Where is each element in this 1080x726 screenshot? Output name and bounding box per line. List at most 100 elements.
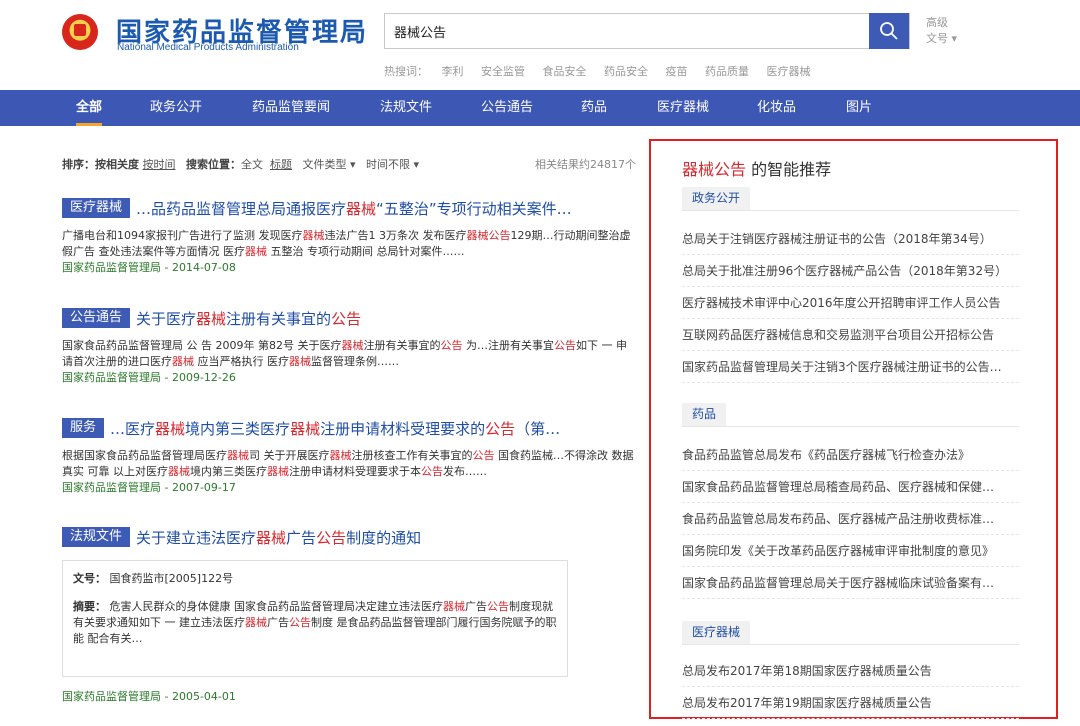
title-text[interactable]: 注册申请材料受理要求的: [320, 420, 485, 438]
nav-gov-affairs[interactable]: 政务公开: [150, 90, 202, 126]
title-text[interactable]: …品药品监督管理总局通报医疗: [136, 200, 346, 218]
title-highlight[interactable]: 器械: [196, 310, 226, 328]
title-text[interactable]: 注册有关事宜的: [226, 310, 331, 328]
recommend-link[interactable]: 国务院印发《关于改革药品医疗器械审评审批制度的意见》: [682, 535, 1019, 567]
title-text[interactable]: 关于建立违法医疗: [136, 529, 256, 547]
abs-text: 广告: [267, 616, 289, 629]
sort-relevance[interactable]: 按相关度: [95, 158, 139, 171]
desc-text: 注册核查工作有关事宜的: [351, 449, 473, 462]
result-source[interactable]: 国家药品监督管理局 - 2007-09-17: [62, 480, 634, 496]
desc-highlight: 公告: [472, 449, 495, 462]
docno-row: 文号： 国食药监市[2005]122号: [73, 571, 557, 587]
result-desc: 广播电台和1094家报刊广告进行了监测 发现医疗器械违法广告1 3万条次 发布医…: [62, 228, 634, 260]
recommend-link[interactable]: 总局关于注销医疗器械注册证书的公告（2018年第34号）: [682, 223, 1019, 255]
recommend-link[interactable]: 医疗器械技术审评中心2016年度公开招聘审评工作人员公告: [682, 287, 1019, 319]
hot-word[interactable]: 医疗器械: [767, 65, 811, 78]
recommend-link[interactable]: 国家药品监督管理局关于注销3个医疗器械注册证书的公告…: [682, 351, 1019, 383]
time-dropdown[interactable]: 时间不限 ▾: [366, 158, 419, 171]
title-text[interactable]: 广告: [286, 529, 316, 547]
nav-all[interactable]: 全部: [76, 90, 103, 126]
recommend-link[interactable]: 国家食品药品监督管理总局稽查局药品、医疗器械和保健…: [682, 471, 1019, 503]
docno-dropdown[interactable]: 文号 ▾: [926, 31, 957, 47]
recommend-link[interactable]: 互联网药品医疗器械信息和交易监测平台项目公开招标公告: [682, 319, 1019, 351]
title-highlight[interactable]: 器械: [155, 420, 185, 438]
title-highlight[interactable]: 器械: [346, 200, 376, 218]
hot-word[interactable]: 药品质量: [705, 65, 749, 78]
recommend-link[interactable]: 总局关于批准注册96个医疗器械产品公告（2018年第32号）: [682, 255, 1019, 287]
desc-text: 根据国家食品药品监督管理局医疗: [62, 449, 227, 462]
abs-text: 危害人民群众的身体健康 国家食品药品监督管理局决定建立违法医疗: [109, 600, 444, 613]
docno-value: 国食药监市[2005]122号: [109, 572, 234, 585]
recommend-link[interactable]: 食品药品监管总局发布《药品医疗器械飞行检查办法》: [682, 439, 1019, 471]
nav-devices[interactable]: 医疗器械: [657, 90, 709, 126]
title-text[interactable]: （第…: [515, 420, 560, 438]
desc-highlight: 器械: [267, 465, 289, 478]
result-title[interactable]: 公告通告 关于医疗器械注册有关事宜的公告: [62, 308, 634, 330]
recommend-link[interactable]: 食品药品监管总局发布药品、医疗器械产品注册收费标准…: [682, 503, 1019, 535]
result-title[interactable]: 医疗器械 …品药品监督管理总局通报医疗器械“五整治”专项行动相关案件…: [62, 198, 634, 220]
search-box: [384, 13, 910, 49]
category-header: 政务公开: [682, 187, 1019, 211]
site-header: 国家药品监督管理局 National Medical Products Admi…: [0, 0, 1080, 90]
title-text[interactable]: …医疗: [110, 420, 155, 438]
result-source[interactable]: 国家药品监督管理局 - 2009-12-26: [62, 370, 634, 386]
recommend-link[interactable]: 总局发布2017年第19期国家医疗器械质量公告: [682, 687, 1019, 719]
desc-highlight: 器械: [227, 449, 249, 462]
recommend-link[interactable]: 总局发布2017年第18期国家医疗器械质量公告: [682, 655, 1019, 687]
desc-highlight: 器械: [172, 355, 194, 368]
abstract-label: 摘要：: [73, 600, 106, 613]
desc-text: 注册申请材料受理要求于本: [289, 465, 421, 478]
recommend-link[interactable]: 国家食品药品监督管理总局关于医疗器械临床试验备案有…: [682, 567, 1019, 599]
search-button[interactable]: [869, 13, 909, 49]
panel-title-highlight: 器械公告: [682, 160, 747, 179]
position-title[interactable]: 标题: [270, 158, 292, 171]
search-result: 公告通告 关于医疗器械注册有关事宜的公告 国家食品药品监督管理局 公 告 2009…: [62, 308, 634, 386]
title-text[interactable]: 关于医疗: [136, 310, 196, 328]
hot-word[interactable]: 药品安全: [604, 65, 648, 78]
nav-regulations[interactable]: 法规文件: [380, 90, 432, 126]
title-highlight[interactable]: 器械: [256, 529, 286, 547]
nav-news[interactable]: 药品监管要闻: [252, 90, 330, 126]
result-source[interactable]: 国家药品监督管理局 - 2005-04-01: [62, 689, 236, 705]
desc-text: 广播电台和1094家报刊广告进行了监测 发现医疗: [62, 229, 303, 242]
desc-highlight: 器械: [329, 449, 352, 462]
emblem-icon[interactable]: [62, 14, 98, 50]
hot-word[interactable]: 安全监管: [481, 65, 525, 78]
result-title[interactable]: 法规文件 关于建立违法医疗器械广告公告制度的通知: [62, 527, 634, 549]
result-source[interactable]: 国家药品监督管理局 - 2014-07-08: [62, 260, 634, 276]
position-all[interactable]: 全文: [241, 158, 263, 171]
hot-word[interactable]: 疫苗: [666, 65, 688, 78]
title-highlight[interactable]: 器械: [290, 420, 320, 438]
result-tag[interactable]: 医疗器械: [62, 198, 131, 218]
advanced-search-link[interactable]: 高级 文号 ▾: [926, 15, 957, 47]
result-title[interactable]: 服务 …医疗器械境内第三类医疗器械注册申请材料受理要求的公告（第…: [62, 418, 634, 440]
title-text[interactable]: “五整治”专项行动相关案件…: [376, 200, 572, 218]
nav-images[interactable]: 图片: [846, 90, 872, 126]
hot-word[interactable]: 食品安全: [543, 65, 587, 78]
result-tag[interactable]: 公告通告: [62, 308, 131, 328]
main-nav: 全部 政务公开 药品监管要闻 法规文件 公告通告 药品 医疗器械 化妆品 图片: [0, 90, 1080, 126]
title-highlight[interactable]: 公告: [316, 529, 346, 547]
doctype-dropdown[interactable]: 文件类型 ▾: [303, 158, 356, 171]
result-tag[interactable]: 法规文件: [62, 527, 131, 547]
title-highlight[interactable]: 公告: [485, 420, 515, 438]
hot-word[interactable]: 李利: [442, 65, 464, 78]
abs-highlight: 器械: [443, 600, 465, 613]
nav-notices[interactable]: 公告通告: [481, 90, 533, 126]
title-text[interactable]: 境内第三类医疗: [185, 420, 290, 438]
advanced-label[interactable]: 高级: [926, 15, 957, 31]
abstract-row: 摘要： 危害人民群众的身体健康 国家食品药品监督管理局决定建立违法医疗器械广告公…: [73, 599, 557, 647]
sort-time[interactable]: 按时间: [143, 158, 176, 171]
abs-highlight: 公告: [289, 616, 311, 629]
title-text[interactable]: 制度的通知: [346, 529, 421, 547]
nav-cosmetics[interactable]: 化妆品: [757, 90, 796, 126]
desc-text: 注册有关事宜的: [363, 339, 441, 352]
desc-highlight: 公告: [440, 339, 463, 352]
result-tag[interactable]: 服务: [62, 418, 105, 438]
nav-drugs[interactable]: 药品: [581, 90, 607, 126]
search-input[interactable]: [385, 14, 871, 48]
site-logo-subtitle: National Medical Products Administration: [117, 42, 299, 53]
desc-text: 应当严格执行 医疗: [194, 355, 289, 368]
title-highlight[interactable]: 公告: [331, 310, 361, 328]
desc-text: 违法广告1 3万条次 发布医疗: [324, 229, 467, 242]
